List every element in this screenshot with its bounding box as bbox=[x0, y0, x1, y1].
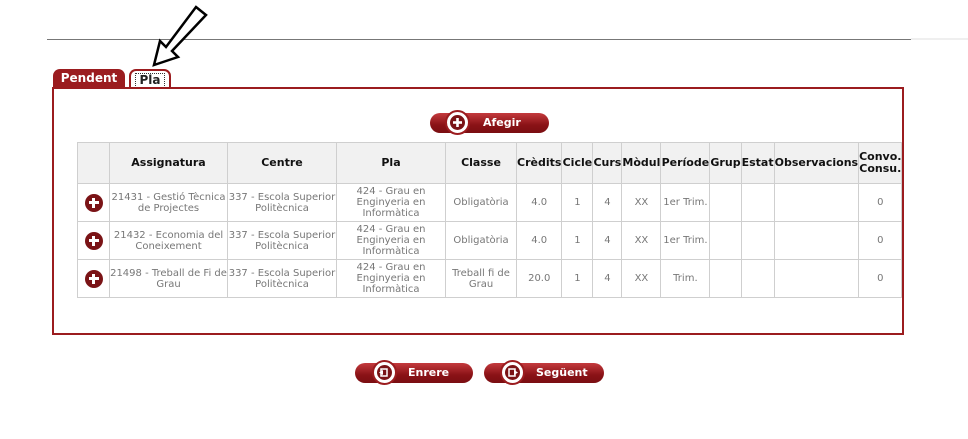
cell-observacions bbox=[773, 221, 860, 260]
tab-pla[interactable]: Pla bbox=[129, 69, 171, 88]
add-button[interactable]: Afegir bbox=[430, 110, 549, 135]
back-icon bbox=[372, 360, 397, 385]
cell-cicle: 1 bbox=[561, 259, 594, 298]
cell-centre: 337 - Escola Superior Politècnica bbox=[227, 183, 337, 222]
cell-estat bbox=[740, 221, 775, 260]
table-row: 21431 - Gestió Tècnica de Projectes 337 … bbox=[77, 183, 903, 222]
cell-convo: 0 bbox=[858, 183, 903, 222]
cell-periode: 1er Trim. bbox=[660, 221, 711, 260]
back-button-label: Enrere bbox=[408, 366, 450, 379]
cell-modul: XX bbox=[621, 221, 662, 260]
cell-periode: 1er Trim. bbox=[660, 183, 711, 222]
cell-observacions bbox=[773, 183, 860, 222]
col-header-modul: Mòdul bbox=[621, 142, 662, 184]
row-add-cell[interactable] bbox=[77, 183, 110, 222]
cell-credits: 4.0 bbox=[515, 221, 563, 260]
next-icon bbox=[500, 360, 525, 385]
next-button[interactable]: Següent bbox=[484, 360, 604, 385]
cell-curs: 4 bbox=[592, 183, 623, 222]
cell-grup bbox=[709, 221, 742, 260]
cell-curs: 4 bbox=[592, 259, 623, 298]
cell-periode: Trim. bbox=[660, 259, 711, 298]
plus-circle-icon bbox=[445, 110, 470, 135]
cell-assignatura: 21431 - Gestió Tècnica de Projectes bbox=[109, 183, 228, 222]
arrow-pointer-icon bbox=[152, 5, 208, 67]
col-header-assignatura: Assignatura bbox=[109, 142, 228, 184]
row-add-cell[interactable] bbox=[77, 221, 110, 260]
col-header-classe: Classe bbox=[445, 142, 517, 184]
col-header-action bbox=[77, 142, 110, 184]
cell-centre: 337 - Escola Superior Politècnica bbox=[227, 259, 337, 298]
cell-classe: Obligatòria bbox=[445, 221, 517, 260]
cell-observacions bbox=[773, 259, 860, 298]
cell-pla: 424 - Grau en Enginyeria en Informàtica bbox=[336, 183, 446, 222]
cell-grup bbox=[709, 183, 742, 222]
cell-modul: XX bbox=[621, 259, 662, 298]
cell-classe: Treball fi de Grau bbox=[445, 259, 517, 298]
cell-modul: XX bbox=[621, 183, 662, 222]
tab-pendent[interactable]: Pendent bbox=[53, 69, 125, 88]
col-header-centre: Centre bbox=[227, 142, 337, 184]
next-button-label: Següent bbox=[536, 366, 588, 379]
table-row: 21432 - Economia del Coneixement 337 - E… bbox=[77, 221, 903, 260]
cell-estat bbox=[740, 183, 775, 222]
cell-curs: 4 bbox=[592, 221, 623, 260]
cell-cicle: 1 bbox=[561, 183, 594, 222]
cell-credits: 20.0 bbox=[515, 259, 563, 298]
col-header-grup: Grup bbox=[709, 142, 742, 184]
plus-circle-icon[interactable] bbox=[84, 231, 103, 250]
col-header-cicle: Cicle bbox=[561, 142, 594, 184]
cell-convo: 0 bbox=[858, 221, 903, 260]
col-header-observacions: Observacions bbox=[773, 142, 860, 184]
cell-cicle: 1 bbox=[561, 221, 594, 260]
cell-pla: 424 - Grau en Enginyeria en Informàtica bbox=[336, 259, 446, 298]
table-row: 21498 - Treball de Fi de Grau 337 - Esco… bbox=[77, 259, 903, 298]
cell-assignatura: 21432 - Economia del Coneixement bbox=[109, 221, 228, 260]
cell-grup bbox=[709, 259, 742, 298]
cell-credits: 4.0 bbox=[515, 183, 563, 222]
row-add-cell[interactable] bbox=[77, 259, 110, 298]
cell-convo: 0 bbox=[858, 259, 903, 298]
tab-pla-label: Pla bbox=[135, 73, 165, 88]
plus-circle-icon[interactable] bbox=[84, 193, 103, 212]
add-button-label: Afegir bbox=[483, 116, 521, 129]
col-header-estat: Estat bbox=[740, 142, 775, 184]
table-header-row: Assignatura Centre Pla Classe Crèdits Ci… bbox=[77, 142, 903, 184]
col-header-convo: Convo. Consu. bbox=[858, 142, 903, 184]
cell-pla: 424 - Grau en Enginyeria en Informàtica bbox=[336, 221, 446, 260]
header-shadow bbox=[911, 38, 968, 40]
col-header-periode: Període bbox=[660, 142, 711, 184]
subjects-table: Assignatura Centre Pla Classe Crèdits Ci… bbox=[77, 142, 903, 298]
cell-classe: Obligatòria bbox=[445, 183, 517, 222]
cell-centre: 337 - Escola Superior Politècnica bbox=[227, 221, 337, 260]
col-header-credits: Crèdits bbox=[515, 142, 563, 184]
col-header-curs: Curs bbox=[592, 142, 623, 184]
tab-pendent-label: Pendent bbox=[60, 71, 118, 85]
plus-circle-icon[interactable] bbox=[84, 269, 103, 288]
cell-estat bbox=[740, 259, 775, 298]
cell-assignatura: 21498 - Treball de Fi de Grau bbox=[109, 259, 228, 298]
col-header-pla: Pla bbox=[336, 142, 446, 184]
back-button[interactable]: Enrere bbox=[355, 360, 473, 385]
